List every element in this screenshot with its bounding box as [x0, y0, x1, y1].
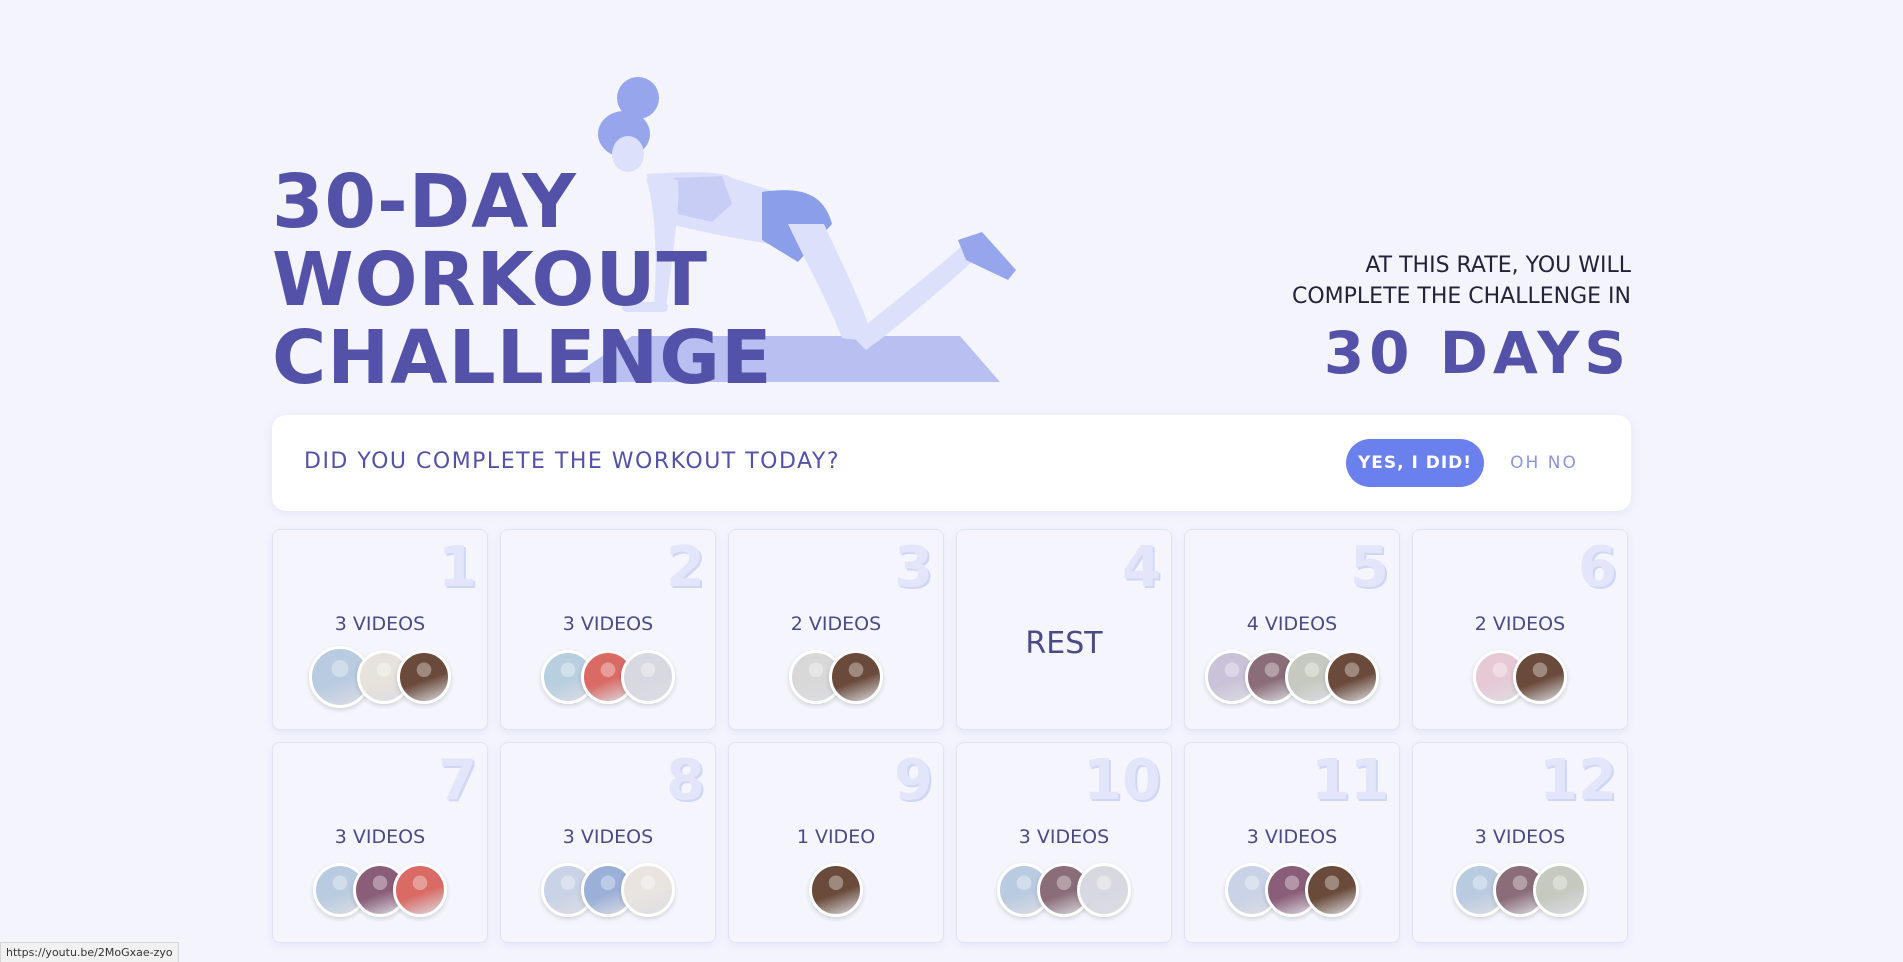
day-number: 5: [1350, 535, 1389, 600]
video-count-label: 3 VIDEOS: [562, 826, 654, 848]
day-number: 3: [894, 535, 933, 600]
title-line-1: 30-DAY: [272, 159, 577, 245]
day-number: 4: [1122, 535, 1161, 600]
day-card-2[interactable]: 2 3 VIDEOS: [500, 529, 716, 730]
video-thumbnails: [273, 863, 487, 923]
video-thumbnail[interactable]: [1325, 650, 1379, 704]
day-card-11[interactable]: 11 3 VIDEOS: [1184, 742, 1400, 943]
video-thumbnail[interactable]: [621, 650, 675, 704]
day-card-10[interactable]: 10 3 VIDEOS: [956, 742, 1172, 943]
page-container: 30-DAY WORKOUT CHALLENGE AT THIS RATE, Y…: [272, 0, 1631, 962]
title-line-2: WORKOUT: [272, 237, 709, 323]
video-count-label: 2 VIDEOS: [1474, 613, 1566, 635]
video-count-label: 3 VIDEOS: [334, 613, 426, 635]
video-count-label: 3 VIDEOS: [562, 613, 654, 635]
video-thumbnails: [729, 650, 943, 710]
workout-question-bar: DID YOU COMPLETE THE WORKOUT TODAY? YES,…: [272, 415, 1631, 511]
day-card-12[interactable]: 12 3 VIDEOS: [1412, 742, 1628, 943]
video-thumbnails: [273, 646, 487, 710]
yes-button[interactable]: YES, I DID!: [1346, 439, 1484, 487]
no-button[interactable]: OH NO: [1500, 439, 1588, 487]
day-number: 8: [666, 748, 705, 813]
video-thumbnails: [1185, 650, 1399, 710]
day-card-4[interactable]: 4 REST: [956, 529, 1172, 730]
rate-text-line-1: AT THIS RATE, YOU WILL: [1365, 253, 1631, 278]
video-thumbnails: [1413, 650, 1627, 710]
challenge-title: 30-DAY WORKOUT CHALLENGE: [272, 163, 773, 397]
video-thumbnails: [501, 863, 715, 923]
video-thumbnail[interactable]: [1077, 863, 1131, 917]
video-thumbnail[interactable]: [1305, 863, 1359, 917]
question-text: DID YOU COMPLETE THE WORKOUT TODAY?: [304, 449, 840, 474]
day-card-3[interactable]: 3 2 VIDEOS: [728, 529, 944, 730]
video-count-label: 3 VIDEOS: [1246, 826, 1338, 848]
day-grid: 1 3 VIDEOS 2 3 VIDEOS 3 2 VIDEOS 4 REST 5 4 VIDEO…: [272, 529, 1631, 943]
day-number: 7: [438, 748, 477, 813]
day-card-8[interactable]: 8 3 VIDEOS: [500, 742, 716, 943]
day-number: 1: [438, 535, 477, 600]
day-number: 2: [666, 535, 705, 600]
day-number: 12: [1539, 748, 1617, 813]
day-card-7[interactable]: 7 3 VIDEOS: [272, 742, 488, 943]
video-thumbnails: [501, 650, 715, 710]
video-thumbnail[interactable]: [621, 863, 675, 917]
day-card-6[interactable]: 6 2 VIDEOS: [1412, 529, 1628, 730]
rest-label: REST: [1025, 626, 1103, 661]
video-count-label: 3 VIDEOS: [1018, 826, 1110, 848]
day-card-5[interactable]: 5 4 VIDEOS: [1184, 529, 1400, 730]
rate-text-line-2: COMPLETE THE CHALLENGE IN: [1291, 284, 1631, 309]
title-line-3: CHALLENGE: [272, 315, 773, 401]
video-thumbnails: [1185, 863, 1399, 923]
video-thumbnail[interactable]: [809, 863, 863, 917]
video-count-label: 1 VIDEO: [796, 826, 876, 848]
video-thumbnail[interactable]: [829, 650, 883, 704]
completion-estimate: AT THIS RATE, YOU WILL COMPLETE THE CHAL…: [1292, 250, 1631, 384]
day-number: 10: [1083, 748, 1161, 813]
video-thumbnail[interactable]: [397, 650, 451, 704]
video-thumbnail[interactable]: [393, 863, 447, 917]
hero-section: 30-DAY WORKOUT CHALLENGE AT THIS RATE, Y…: [272, 0, 1631, 400]
video-thumbnails: [957, 863, 1171, 923]
video-thumbnail[interactable]: [1513, 650, 1567, 704]
day-number: 9: [894, 748, 933, 813]
day-card-9[interactable]: 9 1 VIDEO: [728, 742, 944, 943]
day-card-1[interactable]: 1 3 VIDEOS: [272, 529, 488, 730]
video-count-label: 4 VIDEOS: [1246, 613, 1338, 635]
day-number: 6: [1578, 535, 1617, 600]
video-thumbnail[interactable]: [1533, 863, 1587, 917]
video-thumbnails: [1413, 863, 1627, 923]
rate-days-count: 30 DAYS: [1323, 319, 1631, 387]
status-bar-url: https://youtu.be/2MoGxae-zyo: [0, 942, 179, 962]
video-thumbnails: [729, 863, 943, 923]
video-count-label: 2 VIDEOS: [790, 613, 882, 635]
video-count-label: 3 VIDEOS: [334, 826, 426, 848]
day-number: 11: [1311, 748, 1389, 813]
video-count-label: 3 VIDEOS: [1474, 826, 1566, 848]
